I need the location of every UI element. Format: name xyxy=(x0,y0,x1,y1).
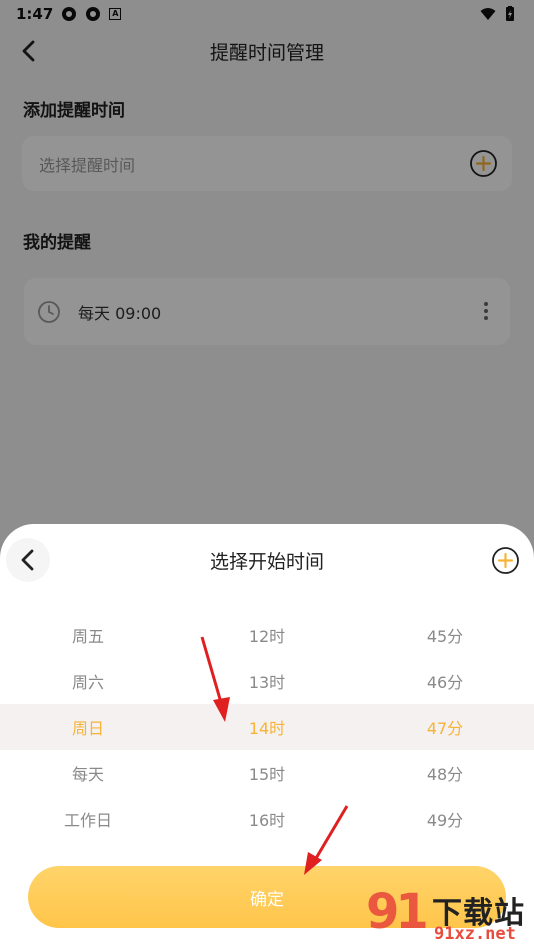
time-picker[interactable]: 周五 周六 周日 每天 工作日 12时 13时 14时 15时 16时 45分 … xyxy=(0,612,534,847)
back-icon[interactable] xyxy=(6,538,50,582)
picker-option-selected[interactable]: 14时 xyxy=(207,704,327,750)
add-circle-icon[interactable] xyxy=(491,546,520,575)
picker-option[interactable]: 周五 xyxy=(28,612,148,658)
picker-option[interactable]: 48分 xyxy=(385,750,505,796)
watermark-url: 91xz.net xyxy=(434,924,516,944)
picker-option[interactable]: 46分 xyxy=(385,658,505,704)
picker-option[interactable]: 13时 xyxy=(207,658,327,704)
picker-option-selected[interactable]: 47分 xyxy=(385,704,505,750)
watermark-mark: 91 xyxy=(366,884,429,940)
picker-option[interactable]: 周六 xyxy=(28,658,148,704)
watermark-logo: 91 下载站 91xz.net xyxy=(360,884,534,950)
picker-option[interactable]: 49分 xyxy=(385,796,505,842)
picker-option[interactable]: 每天 xyxy=(28,750,148,796)
picker-option[interactable]: 45分 xyxy=(385,612,505,658)
picker-option[interactable]: 工作日 xyxy=(28,796,148,842)
picker-option[interactable]: 16时 xyxy=(207,796,327,842)
picker-option[interactable]: 12时 xyxy=(207,612,327,658)
sheet-header: 选择开始时间 xyxy=(0,524,534,596)
picker-option-selected[interactable]: 周日 xyxy=(28,704,148,750)
sheet-title: 选择开始时间 xyxy=(209,550,324,573)
picker-option[interactable]: 15时 xyxy=(207,750,327,796)
